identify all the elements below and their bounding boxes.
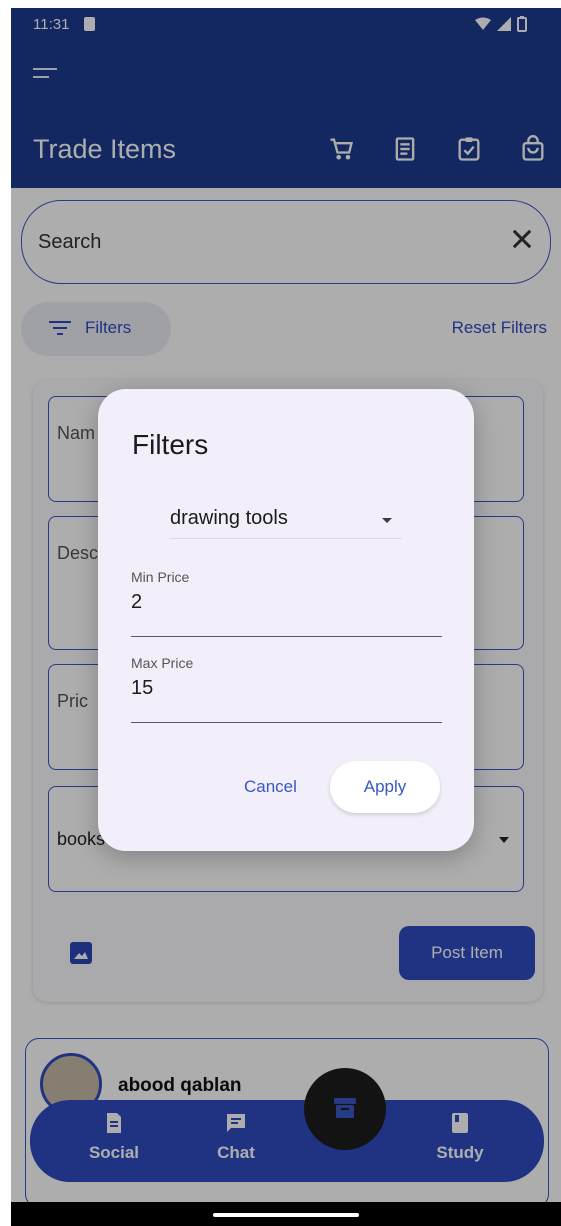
home-indicator[interactable] (213, 1213, 359, 1217)
dialog-title: Filters (132, 429, 209, 460)
max-price-label: Max Price (131, 655, 194, 671)
category-dropdown-value: drawing tools (170, 507, 288, 529)
min-price-value: 2 (131, 591, 143, 613)
min-price-label: Min Price (131, 569, 190, 585)
system-navigation-bar (11, 1202, 561, 1226)
min-price-field[interactable]: Min Price 2 (131, 569, 442, 637)
max-price-value: 15 (131, 677, 154, 699)
apply-button[interactable]: Apply (330, 761, 440, 813)
cancel-button[interactable]: Cancel (244, 777, 297, 797)
chevron-down-icon (382, 518, 392, 523)
category-dropdown[interactable]: drawing tools (170, 499, 402, 539)
app-screen: 11:31 Trade Items Search Filters Reset F… (0, 0, 561, 1226)
max-price-field[interactable]: Max Price 15 (131, 655, 442, 723)
filters-dialog: Filters drawing tools Min Price 2 Max Pr… (98, 389, 474, 851)
